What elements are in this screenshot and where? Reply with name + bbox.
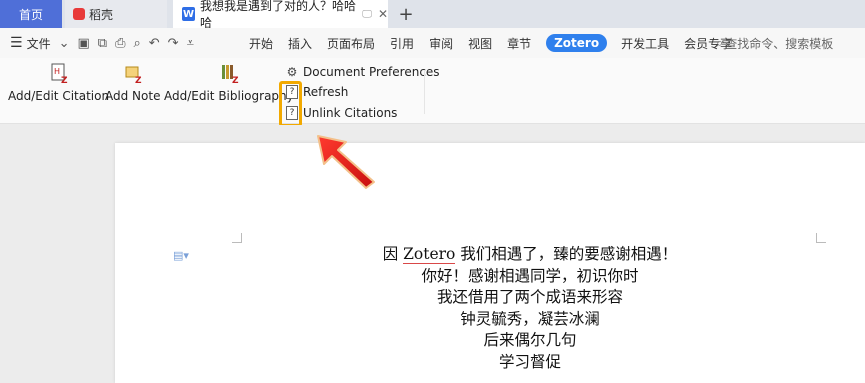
close-tab-icon[interactable]: ✕ [378,7,388,21]
text-line: 你好！感谢相遇同学，初识你时 [421,266,639,285]
save-icon[interactable]: ▣ [77,36,89,51]
refresh-label: Refresh [303,85,349,99]
add-edit-bibliography-label: Add/Edit Bibliography [164,89,294,103]
svg-text:Z: Z [61,76,68,84]
margin-corner-right [816,233,826,243]
search-icon: ⌕ [716,35,724,51]
document-body[interactable]: 因 Zotero 我们相遇了，臻的要感谢相遇！ 你好！感谢相遇同学，初识你时 我… [330,244,730,374]
ribbon-divider [424,70,425,114]
text-segment: 我们相遇了，臻的要感谢相遇！ [455,245,678,263]
citation-icon: H Z [51,63,68,84]
chevron-down-icon[interactable]: ⌄ [59,36,70,51]
tab-review[interactable]: 审阅 [429,35,453,52]
tab-page-layout[interactable]: 页面布局 [327,35,375,52]
tab-bar: 首页 稻壳 W 我想我是遇到了对的人？哈哈哈 🖵 ✕ + [0,0,865,30]
red-arrow-icon [317,135,375,189]
wps-window: { "tabs": { "home": "首页", "daoke": "稻壳",… [0,0,865,383]
tab-developer[interactable]: 开发工具 [621,35,669,52]
svg-text:Z: Z [135,76,142,84]
daoke-logo-icon [73,8,85,20]
misspelled-word: Zotero [403,245,456,264]
gear-icon: ⚙ [286,65,298,79]
unlink-citations-label: Unlink Citations [303,106,398,120]
word-doc-icon: W [182,7,196,21]
tab-daoke[interactable]: 稻壳 [65,0,167,28]
zotero-ribbon: H Z Add/Edit Citation Z Add Note Z Add/E… [0,58,865,124]
add-note-button[interactable]: Z Add Note [105,62,160,103]
menu-bar: ☰ 文件 ⌄ ▣ ⧉ ⎙ ⌕ ↶ ↷ ⩡ 开始 插入 页面布局 引用 审阅 视图… [0,28,865,58]
search-placeholder: 查找命令、搜索模板 [725,36,834,51]
monitor-icon[interactable]: 🖵 [362,9,372,20]
text-line: 后来偶尔几句 [483,331,577,350]
new-tab-button[interactable]: + [395,0,417,28]
tab-document-title: 我想我是遇到了对的人？哈哈哈 [200,0,357,30]
document-preferences-label: Document Preferences [303,65,440,79]
svg-text:H: H [54,67,60,76]
text-line: 因 Zotero 我们相遇了，臻的要感谢相遇！ [330,244,730,266]
tab-daoke-label: 稻壳 [89,7,114,22]
text-line: 钟灵毓秀，凝芸冰澜 [460,309,600,328]
tab-zotero[interactable]: Zotero [546,34,608,52]
customize-icon[interactable]: ⩡ [187,36,194,51]
tab-insert[interactable]: 插入 [288,35,312,52]
hamburger-icon[interactable]: ☰ [10,35,23,51]
text-line: 学习督促 [498,352,561,371]
add-edit-bibliography-button[interactable]: Z Add/Edit Bibliography [164,62,294,103]
redo-icon[interactable]: ↷ [168,36,179,51]
print-preview-icon[interactable]: ⌕ [133,36,140,51]
add-edit-citation-label: Add/Edit Citation [8,89,110,103]
print-icon[interactable]: ⎙ [115,36,125,51]
tab-home-label: 首页 [18,7,43,22]
bibliography-icon: Z [221,65,239,84]
tab-view[interactable]: 视图 [468,35,492,52]
text-line: 我还借用了两个成语来形容 [436,288,623,307]
ribbon-tabs: 开始 插入 页面布局 引用 审阅 视图 章节 Zotero 开发工具 会员专享 [249,28,747,58]
document-preferences-button[interactable]: ⚙ Document Preferences [286,63,440,81]
highlight-box [279,81,302,127]
tab-section[interactable]: 章节 [507,35,531,52]
plus-icon: + [398,3,414,25]
note-icon: Z [125,66,142,84]
undo-icon[interactable]: ↶ [149,36,160,51]
add-note-label: Add Note [105,89,161,103]
text-segment: 因 [382,245,404,263]
tab-references[interactable]: 引用 [390,35,414,52]
tab-home[interactable]: 首页 [0,0,62,28]
export-pdf-icon[interactable]: ⧉ [98,36,107,51]
file-menu[interactable]: 文件 [27,35,51,52]
paragraph-layout-icon[interactable]: ▤▾ [173,249,189,262]
tab-document[interactable]: W 我想我是遇到了对的人？哈哈哈 🖵 ✕ [173,0,388,30]
svg-text:Z: Z [232,76,239,84]
unlink-citations-button[interactable]: ? Unlink Citations [286,104,397,122]
tab-start[interactable]: 开始 [249,35,273,52]
add-edit-citation-button[interactable]: H Z Add/Edit Citation [8,62,109,103]
command-search[interactable]: ⌕ 查找命令、搜索模板 [716,28,833,58]
margin-corner-left [232,233,242,243]
